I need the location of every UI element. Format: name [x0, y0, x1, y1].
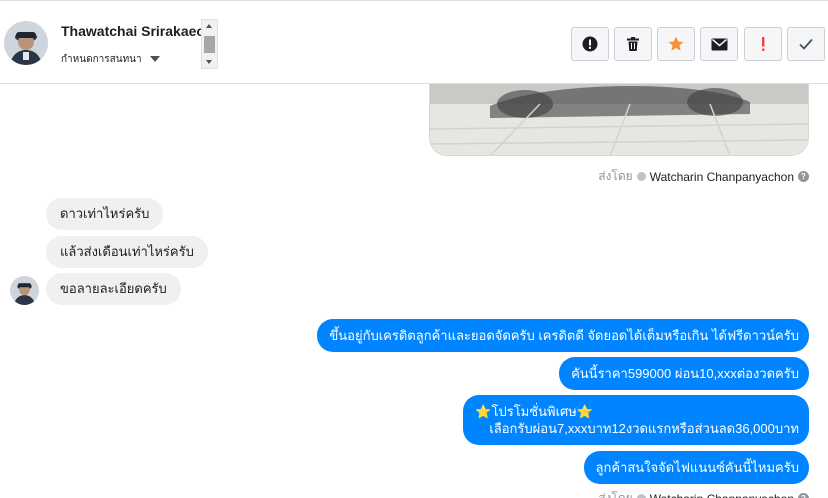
conversation-header: Thawatchai Srirakaeo กำหนดการสนทนา [0, 0, 828, 84]
sender-name[interactable]: Watcharin Chanpanyachon [650, 492, 794, 498]
image-attachment[interactable] [429, 84, 809, 156]
envelope-icon [711, 38, 727, 50]
star-emoji-icon: ⭐ [576, 404, 594, 419]
sent-check-icon [636, 494, 646, 498]
promo-message[interactable]: ⭐โปรโมชั่นพิเศษ⭐ เลือกรับผ่อน7,xxxบาท12ง… [463, 395, 809, 445]
star-button[interactable] [657, 27, 695, 61]
trash-icon [627, 37, 639, 51]
incoming-message[interactable]: ขอลายละเอียดครับ [46, 273, 181, 305]
caret-down-icon [149, 56, 160, 62]
promo-title: โปรโมชั่นพิเศษ [491, 404, 577, 419]
help-icon[interactable]: ? [798, 493, 809, 498]
outgoing-message[interactable]: คันนี้ราคา599000 ผ่อน10,xxxต่องวดครับ [559, 357, 809, 390]
assign-conversation-dropdown[interactable]: กำหนดการสนทนา [61, 51, 160, 67]
scroll-down-arrow-icon[interactable] [206, 60, 212, 64]
sent-by-label: ส่งโดย [598, 491, 633, 498]
flag-important-button[interactable] [744, 27, 782, 61]
outgoing-message-text: ลูกค้าสนใจจัดไฟแนนซ์คันนี้ไหมครับ [595, 460, 799, 475]
checkmark-icon [799, 38, 813, 50]
outgoing-message[interactable]: ขึ้นอยู่กับเครดิตลูกค้าและยอดจัดครับ เคร… [317, 319, 809, 352]
mark-unread-button[interactable] [700, 27, 738, 61]
contact-avatar[interactable] [4, 21, 48, 65]
mark-done-button[interactable] [787, 27, 825, 61]
promo-headline: ⭐โปรโมชั่นพิเศษ⭐ [475, 403, 799, 420]
scroll-up-arrow-icon[interactable] [206, 24, 212, 28]
outgoing-message-text: คันนี้ราคา599000 ผ่อน10,xxxต่องวดครับ [571, 366, 799, 381]
contact-name[interactable]: Thawatchai Srirakaeo [61, 23, 201, 39]
outgoing-message[interactable]: ลูกค้าสนใจจัดไฟแนนซ์คันนี้ไหมครับ [583, 451, 809, 484]
alert-circle-icon [582, 36, 598, 52]
assign-conversation-label: กำหนดการสนทนา [61, 53, 142, 65]
star-icon [668, 36, 684, 51]
sent-by-info: ส่งโดย Watcharin Chanpanyachon ? [598, 167, 809, 186]
car-photo-icon [430, 84, 808, 155]
sender-name[interactable]: Watcharin Chanpanyachon [650, 170, 794, 184]
sent-check-icon [636, 172, 646, 181]
person-photo-icon [10, 276, 39, 305]
scrollbar-thumb[interactable] [204, 36, 215, 53]
incoming-message[interactable]: ดาวเท่าไหร่ครับ [46, 198, 164, 230]
exclamation-icon [762, 37, 765, 51]
sent-by-label: ส่งโดย [598, 169, 633, 183]
report-button[interactable] [571, 27, 609, 61]
outgoing-message-text: ขึ้นอยู่กับเครดิตลูกค้าและยอดจัดครับ เคร… [329, 328, 799, 343]
promo-details: เลือกรับผ่อน7,xxxบาท12งวดแรกหรือส่วนลด36… [489, 421, 799, 436]
star-emoji-icon: ⭐ [475, 404, 492, 419]
sent-by-info: ส่งโดย Watcharin Chanpanyachon ? [598, 489, 809, 498]
incoming-message[interactable]: แล้วส่งเดือนเท่าไหร่ครับ [46, 236, 208, 268]
contact-avatar-small[interactable] [10, 276, 39, 305]
person-photo-icon [4, 21, 48, 65]
help-icon[interactable]: ? [798, 171, 809, 182]
header-scrollbar[interactable] [201, 19, 218, 69]
delete-button[interactable] [614, 27, 652, 61]
